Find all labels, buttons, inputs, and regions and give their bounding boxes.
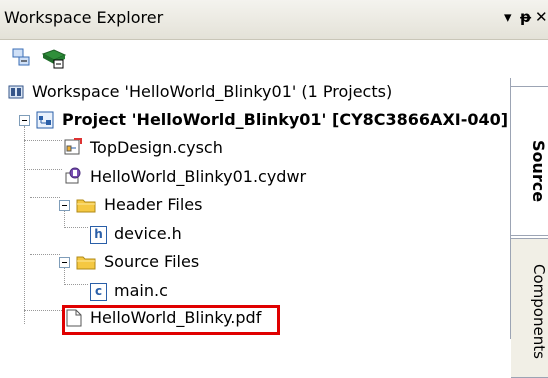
- explorer-toolbar: [0, 40, 548, 76]
- source-files-label: Source Files: [104, 252, 200, 271]
- tab-components[interactable]: Components: [511, 238, 548, 378]
- tree-item-workspace[interactable]: Workspace 'HelloWorld_Blinky01' (1 Proje…: [0, 78, 510, 106]
- collapse-all-icon: [12, 48, 30, 66]
- collapse-icon[interactable]: [59, 257, 70, 268]
- cydwr-label: HelloWorld_Blinky01.cydwr: [90, 167, 307, 186]
- device-selector-button[interactable]: [40, 46, 67, 70]
- header-file-icon: h: [90, 226, 107, 244]
- tree-item-header-files[interactable]: Header Files: [0, 191, 510, 219]
- collapse-all-button[interactable]: [10, 46, 34, 70]
- main-c-label: main.c: [114, 281, 168, 300]
- design-wide-resources-icon: [65, 167, 81, 184]
- chip-icon: [41, 49, 67, 69]
- tree-item-source-files[interactable]: Source Files: [0, 248, 510, 276]
- pin-icon[interactable]: ᵽ: [520, 8, 531, 26]
- collapse-icon[interactable]: [19, 115, 30, 126]
- project-label: Project 'HelloWorld_Blinky01' [CY8C3866A…: [62, 110, 509, 129]
- close-icon[interactable]: ✕: [535, 8, 548, 26]
- project-icon: [36, 111, 54, 129]
- workspace-label: Workspace 'HelloWorld_Blinky01' (1 Proje…: [32, 82, 393, 101]
- tree-item-cydwr[interactable]: HelloWorld_Blinky01.cydwr: [0, 163, 510, 191]
- device-h-label: device.h: [114, 224, 182, 243]
- project-tree: Workspace 'HelloWorld_Blinky01' (1 Proje…: [0, 78, 510, 339]
- tree-item-topdesign[interactable]: TopDesign.cysch: [0, 134, 510, 162]
- tree-item-main-c[interactable]: c main.c: [0, 277, 510, 305]
- folder-icon: [76, 256, 96, 270]
- tree-item-project[interactable]: Project 'HelloWorld_Blinky01' [CY8C3866A…: [0, 106, 510, 134]
- schematic-icon: [64, 138, 82, 155]
- panel-titlebar: Workspace Explorer ▾ ᵽ ✕: [0, 0, 548, 40]
- folder-icon: [76, 199, 96, 213]
- workspace-icon: [8, 85, 24, 99]
- tree-item-device-h[interactable]: h device.h: [0, 220, 510, 248]
- dropdown-icon[interactable]: ▾: [504, 8, 512, 26]
- header-files-label: Header Files: [104, 195, 203, 214]
- panel-title: Workspace Explorer: [4, 8, 164, 27]
- c-file-icon: c: [90, 283, 107, 301]
- side-tab-strip: Source Components: [510, 78, 548, 378]
- collapse-icon[interactable]: [59, 200, 70, 211]
- topdesign-label: TopDesign.cysch: [90, 138, 223, 157]
- highlight-box: [62, 305, 280, 335]
- tab-source[interactable]: Source: [511, 86, 548, 236]
